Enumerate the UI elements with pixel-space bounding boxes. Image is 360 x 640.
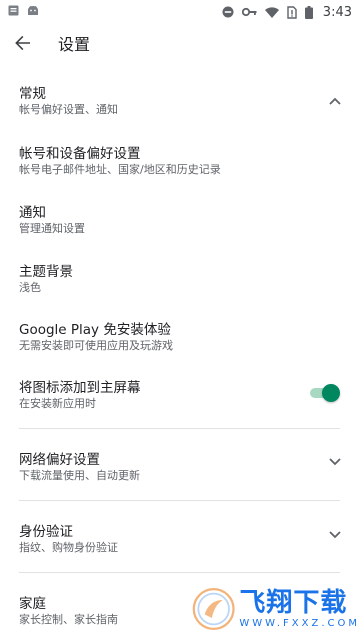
settings-item-title: 帐号和设备偏好设置 bbox=[19, 146, 141, 162]
notification-square-icon bbox=[8, 5, 19, 19]
status-bar-left bbox=[8, 5, 39, 19]
settings-item-title: Google Play 免安装体验 bbox=[19, 322, 171, 338]
do-not-disturb-icon bbox=[222, 6, 234, 18]
settings-item-title: 身份验证 bbox=[19, 524, 73, 540]
battery-icon bbox=[304, 5, 313, 19]
add-icon-toggle[interactable] bbox=[310, 383, 340, 403]
no-sim-icon bbox=[287, 5, 297, 19]
page-title: 设置 bbox=[58, 35, 91, 54]
status-time: 3:43 bbox=[322, 4, 352, 20]
divider bbox=[19, 572, 340, 573]
divider bbox=[19, 428, 340, 429]
status-bar-right: 3:43 bbox=[222, 5, 352, 20]
settings-item-account-device[interactable]: 帐号和设备偏好设置 帐号电子邮件地址、国家/地区和历史记录 bbox=[0, 140, 360, 184]
divider bbox=[19, 500, 340, 501]
settings-item-subtitle: 帐号电子邮件地址、国家/地区和历史记录 bbox=[19, 163, 221, 176]
settings-item-title: 通知 bbox=[19, 205, 46, 221]
settings-item-general[interactable]: 常规 帐号偏好设置、通知 bbox=[0, 80, 360, 124]
settings-item-family[interactable]: 家庭 家长控制、家长指南 bbox=[0, 590, 360, 634]
settings-item-title: 网络偏好设置 bbox=[19, 452, 100, 468]
settings-item-add-icon-home[interactable]: 将图标添加到主屏幕 在安装新应用时 bbox=[0, 374, 360, 418]
chevron-up-icon[interactable] bbox=[327, 93, 343, 109]
chevron-down-icon[interactable] bbox=[327, 527, 343, 543]
settings-item-title: 常规 bbox=[19, 86, 46, 102]
settings-item-subtitle: 在安装新应用时 bbox=[19, 397, 96, 410]
android-icon bbox=[27, 5, 39, 19]
settings-item-instant-apps[interactable]: Google Play 免安装体验 无需安装即可使用应用及玩游戏 bbox=[0, 316, 360, 360]
settings-item-authentication[interactable]: 身份验证 指纹、购物身份验证 bbox=[0, 518, 360, 562]
settings-item-subtitle: 指纹、购物身份验证 bbox=[19, 541, 118, 554]
arrow-back-icon[interactable] bbox=[11, 31, 35, 55]
wifi-icon bbox=[264, 6, 279, 18]
settings-item-subtitle: 下载流量使用、自动更新 bbox=[19, 469, 140, 482]
settings-item-subtitle: 帐号偏好设置、通知 bbox=[19, 103, 118, 116]
vpn-key-icon bbox=[241, 7, 257, 17]
settings-item-title: 主题背景 bbox=[19, 264, 73, 280]
app-bar: 设置 bbox=[0, 24, 360, 62]
settings-item-theme[interactable]: 主题背景 浅色 bbox=[0, 258, 360, 302]
chevron-down-icon[interactable] bbox=[327, 454, 343, 470]
settings-item-subtitle: 无需安装即可使用应用及玩游戏 bbox=[19, 339, 173, 352]
toggle-thumb bbox=[322, 384, 340, 402]
settings-item-title: 家庭 bbox=[19, 596, 46, 612]
status-bar: 3:43 bbox=[0, 0, 360, 24]
settings-item-subtitle: 家长控制、家长指南 bbox=[19, 613, 118, 626]
settings-item-subtitle: 管理通知设置 bbox=[19, 222, 85, 235]
settings-item-subtitle: 浅色 bbox=[19, 281, 41, 294]
settings-item-notifications[interactable]: 通知 管理通知设置 bbox=[0, 199, 360, 243]
settings-item-title: 将图标添加到主屏幕 bbox=[19, 380, 141, 396]
settings-item-network[interactable]: 网络偏好设置 下载流量使用、自动更新 bbox=[0, 446, 360, 490]
